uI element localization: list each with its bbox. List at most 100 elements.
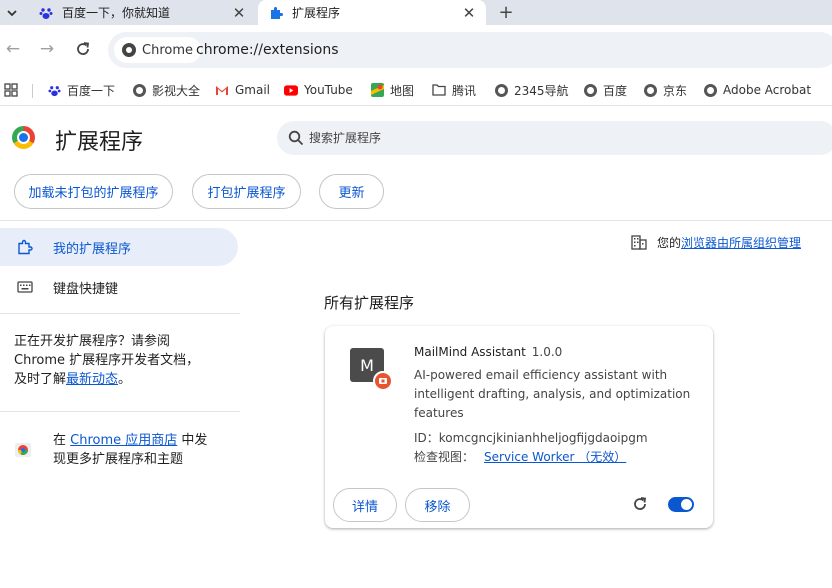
developer-note-line: 及时了解最新动态。 [14, 370, 199, 389]
sidebar-item-label: 键盘快捷键 [53, 281, 119, 297]
inspect-views-row: 检查视图： Service Worker （无效） [414, 448, 626, 465]
managed-notice-text: 您的 [657, 235, 682, 250]
bookmark-baidu-yixia[interactable]: 百度一下 [47, 81, 115, 99]
toolbar-divider [0, 105, 832, 106]
bookmark-label: 百度 [603, 83, 628, 98]
bookmark-label: 腾讯 [452, 83, 477, 98]
web-store-note: 在 Chrome 应用商店 中发 现更多扩展程序和主题 [53, 431, 207, 469]
globe-icon [703, 83, 717, 97]
page-title: 扩展程序 [55, 130, 144, 155]
bookmark-jd[interactable]: 京东 [643, 81, 687, 99]
remove-button[interactable]: 移除 [405, 488, 470, 522]
managed-by-org-link[interactable]: 浏览器由所属组织管理 [681, 234, 801, 251]
chrome-web-store-link[interactable]: Chrome 应用商店 [70, 433, 177, 448]
youtube-icon [284, 83, 298, 97]
bookmark-label: Adobe Acrobat [723, 83, 812, 97]
sidebar-item-keyboard-shortcuts[interactable]: 键盘快捷键 [0, 268, 238, 306]
update-button[interactable]: 更新 [319, 174, 384, 209]
tab-title: 扩展程序 [292, 6, 341, 20]
extension-version: 1.0.0 [531, 345, 563, 359]
details-button[interactable]: 详情 [333, 488, 397, 522]
gmail-icon [215, 83, 229, 97]
sidebar-item-label: 我的扩展程序 [53, 241, 132, 257]
sidebar-divider [0, 411, 240, 412]
globe-icon [494, 83, 508, 97]
building-icon [631, 234, 647, 250]
developer-note-text: 及时了解 [14, 372, 67, 387]
web-store-icon [14, 440, 34, 460]
tab-strip: 百度一下，你就知道 ✕ 扩展程序 ✕ + [0, 0, 832, 25]
baidu-paw-icon [47, 83, 61, 97]
tab-search-chevron-icon[interactable] [0, 0, 24, 25]
service-worker-link[interactable]: Service Worker （无效） [484, 450, 626, 464]
close-tab-icon[interactable]: ✕ [228, 4, 250, 22]
bookmark-2345[interactable]: 2345导航 [494, 81, 569, 99]
search-input[interactable] [309, 121, 789, 155]
extension-description: AI-powered email efficiency assistant wi… [414, 368, 691, 420]
extension-id-label: ID： [414, 431, 439, 445]
developer-note: 正在开发扩展程序？请参阅 Chrome 扩展程序开发者文档， 及时了解最新动态。 [14, 332, 199, 389]
puzzle-icon [268, 5, 284, 21]
developer-note-text: 。 [118, 372, 132, 387]
web-store-note-line: 现更多扩展程序和主题 [53, 452, 184, 467]
inspect-views-label: 检查视图： [414, 450, 475, 464]
site-chip-label: Chrome [142, 42, 193, 58]
enable-toggle[interactable] [668, 497, 694, 512]
extension-name: MailMind Assistant [414, 345, 526, 359]
close-tab-icon[interactable]: ✕ [458, 4, 480, 22]
site-info-chip[interactable]: Chrome [114, 37, 201, 63]
bookmark-adobe-acrobat[interactable]: Adobe Acrobat [703, 81, 811, 99]
extension-card: M MailMind Assistant 1.0.0 AI-powered ema… [325, 326, 713, 528]
bookmark-label: 百度一下 [67, 83, 116, 98]
sidebar-item-my-extensions[interactable]: 我的扩展程序 [0, 228, 238, 266]
new-tab-plus-icon[interactable]: + [494, 0, 518, 25]
bookmarks-bar: 百度一下 影视大全 Gmail YouTube 地图 腾讯 2345导航 百度 … [0, 75, 832, 105]
bookmark-baidu[interactable]: 百度 [583, 81, 627, 99]
apps-grid-icon[interactable] [4, 81, 18, 99]
latest-news-link[interactable]: 最新动态 [66, 372, 118, 387]
globe-icon [583, 83, 597, 97]
toolbar: ← → Chrome chrome://extensions [0, 25, 832, 75]
policy-badge-icon [373, 371, 393, 391]
tab-extensions[interactable]: 扩展程序 ✕ [258, 0, 486, 25]
extension-id-row: ID：komcgncjkinianhheljogfijgdaoipgm [414, 429, 648, 446]
bookmark-maps[interactable]: 地图 [370, 81, 414, 99]
web-store-note-text: 中发 [177, 433, 208, 448]
extension-name-row: MailMind Assistant 1.0.0 [414, 345, 562, 359]
puzzle-outline-icon [15, 237, 35, 257]
reload-extension-icon[interactable] [632, 496, 650, 514]
section-title: 所有扩展程序 [324, 294, 415, 312]
bookmark-label: 2345导航 [514, 83, 569, 98]
url-text[interactable]: chrome://extensions [196, 32, 339, 68]
load-unpacked-button[interactable]: 加载未打包的扩展程序 [14, 174, 173, 209]
search-box[interactable] [277, 121, 832, 155]
extension-id: komcgncjkinianhheljogfijgdaoipgm [438, 431, 648, 445]
managed-notice: 您的 浏览器由所属组织管理 [631, 233, 801, 251]
developer-note-line: Chrome 扩展程序开发者文档， [14, 353, 200, 368]
maps-icon [370, 83, 384, 97]
bookmark-yingshi[interactable]: 影视大全 [132, 81, 200, 99]
back-arrow-icon[interactable]: ← [1, 37, 25, 61]
baidu-paw-icon [38, 5, 54, 21]
bookmark-label: 地图 [390, 83, 415, 98]
tab-baidu[interactable]: 百度一下，你就知道 ✕ [28, 0, 256, 25]
sidebar-divider [0, 313, 240, 314]
developer-note-line: 正在开发扩展程序？请参阅 [14, 334, 171, 349]
search-icon [288, 130, 304, 146]
globe-icon [643, 83, 657, 97]
bookmark-tencent[interactable]: 腾讯 [432, 81, 476, 99]
chrome-site-icon [122, 43, 136, 57]
address-bar[interactable]: Chrome chrome://extensions [108, 32, 832, 68]
globe-icon [132, 83, 146, 97]
web-store-note-text: 在 [53, 433, 71, 448]
reload-icon[interactable] [71, 37, 95, 61]
chrome-logo-icon [12, 126, 35, 149]
bookmarks-divider [32, 84, 33, 98]
bookmark-gmail[interactable]: Gmail [215, 81, 270, 99]
bookmark-youtube[interactable]: YouTube [284, 81, 353, 99]
keyboard-icon [15, 277, 35, 297]
bookmark-label: 京东 [663, 83, 688, 98]
forward-arrow-icon[interactable]: → [35, 37, 59, 61]
bookmark-label: 影视大全 [152, 83, 201, 98]
pack-extension-button[interactable]: 打包扩展程序 [192, 174, 301, 209]
